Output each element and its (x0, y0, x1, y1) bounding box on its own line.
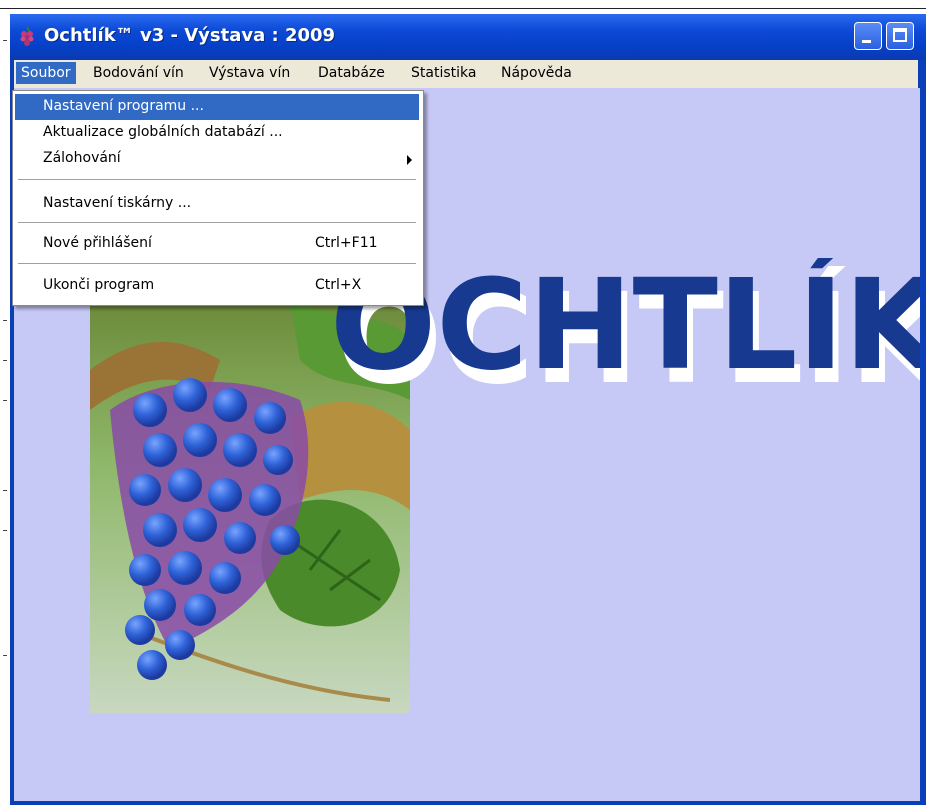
title-bar[interactable]: Ochtlík™ v3 - Výstava : 2009 (10, 14, 926, 60)
menu-soubor[interactable]: Soubor (16, 62, 76, 84)
menu-separator (18, 222, 416, 223)
menu-statistika[interactable]: Statistika (411, 65, 476, 81)
menu-item-zalohovani[interactable]: Zálohování (15, 146, 419, 172)
background-window-edge (0, 0, 10, 805)
minimize-icon[interactable] (854, 22, 882, 50)
menu-item-aktualizace[interactable]: Aktualizace globálních databází ... (15, 120, 419, 146)
menu-item-nastaveni-programu[interactable]: Nastavení programu ... (15, 94, 419, 120)
submenu-arrow-icon (407, 155, 412, 165)
menu-vystava-vin[interactable]: Výstava vín (209, 65, 290, 81)
window-title: Ochtlík™ v3 - Výstava : 2009 (44, 25, 336, 46)
maximize-icon[interactable] (886, 22, 914, 50)
menu-napoveda[interactable]: Nápověda (501, 65, 572, 81)
menu-bar: Soubor Bodování vín Výstava vín Databáze… (14, 60, 918, 88)
menu-item-ukonci-program[interactable]: Ukonči program Ctrl+X (15, 273, 419, 299)
soubor-dropdown-menu: Nastavení programu ... Aktualizace globá… (12, 90, 424, 306)
background-window-border (0, 8, 926, 9)
menu-databaze[interactable]: Databáze (318, 65, 385, 81)
menu-separator (18, 263, 416, 264)
menu-item-nastaveni-tiskarny[interactable]: Nastavení tiskárny ... (15, 191, 419, 217)
menu-bodovani-vin[interactable]: Bodování vín (93, 65, 184, 81)
menu-separator (18, 179, 416, 180)
grape-icon[interactable] (18, 25, 38, 49)
menu-item-nove-prihlaseni[interactable]: Nové přihlášení Ctrl+F11 (15, 231, 419, 257)
